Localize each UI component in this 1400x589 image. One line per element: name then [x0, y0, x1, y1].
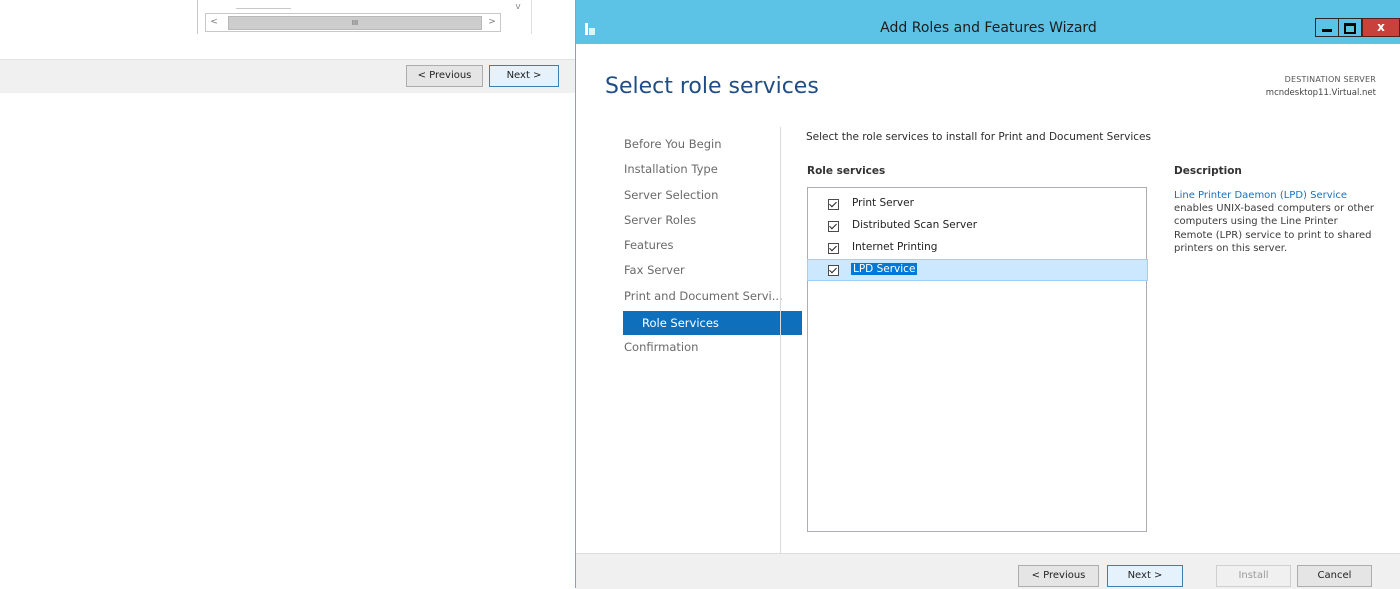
wizard-navigation: Before You Begin Installation Type Serve… [623, 134, 802, 362]
role-services-list[interactable]: Print Server Distributed Scan Server Int… [807, 187, 1148, 532]
nav-item-role-services[interactable]: Role Services [623, 311, 802, 336]
nav-item-features[interactable]: Features [624, 235, 794, 260]
minimize-icon[interactable] [1315, 18, 1339, 37]
background-list-item [236, 1, 291, 9]
scrollbar-thumb[interactable]: III [228, 16, 482, 30]
nav-item-print-and-document-services[interactable]: Print and Document Servi... [624, 286, 794, 311]
background-wizard-window: v < III > < Previous Next > [0, 0, 575, 588]
role-service-label: LPD Service [851, 263, 918, 275]
description-text: Line Printer Daemon (LPD) Service enable… [1174, 189, 1379, 255]
previous-button[interactable]: < Previous [1018, 565, 1099, 587]
description-header: Description [1174, 165, 1242, 177]
nav-item-before-you-begin[interactable]: Before You Begin [624, 134, 794, 159]
window-title: Add Roles and Features Wizard [880, 20, 1097, 36]
background-horizontal-scrollbar[interactable]: < III > [205, 13, 501, 32]
nav-item-fax-server[interactable]: Fax Server [624, 260, 794, 285]
page-title: Select role services [605, 74, 819, 99]
maximize-icon[interactable] [1339, 18, 1362, 37]
install-button: Install [1216, 565, 1291, 587]
role-service-print-server[interactable]: Print Server [808, 194, 1147, 216]
cancel-button[interactable]: Cancel [1297, 565, 1372, 587]
background-next-button[interactable]: Next > [489, 65, 559, 87]
background-previous-button[interactable]: < Previous [406, 65, 483, 87]
role-service-label: Internet Printing [852, 241, 938, 253]
role-service-label: Print Server [852, 197, 914, 209]
wizard-window: Add Roles and Features Wizard x Select r… [575, 0, 1400, 589]
nav-item-confirmation[interactable]: Confirmation [624, 337, 794, 362]
checkbox-checked-icon[interactable] [828, 265, 839, 276]
next-button[interactable]: Next > [1107, 565, 1183, 587]
close-icon[interactable]: x [1362, 18, 1400, 37]
nav-item-server-selection[interactable]: Server Selection [624, 185, 794, 210]
description-body: enables UNIX-based computers or other co… [1174, 203, 1375, 254]
checkbox-checked-icon[interactable] [828, 221, 839, 232]
background-footer: < Previous Next > [0, 59, 575, 93]
role-service-label: Distributed Scan Server [852, 219, 978, 231]
scroll-left-icon[interactable]: < [206, 14, 222, 31]
role-service-lpd-service[interactable]: LPD Service [807, 259, 1148, 281]
destination-server-name: mcndesktop11.Virtual.net [1265, 88, 1376, 98]
nav-item-installation-type[interactable]: Installation Type [624, 159, 794, 184]
destination-server-label: DESTINATION SERVER [1284, 75, 1376, 84]
checkbox-checked-icon[interactable] [828, 243, 839, 254]
role-service-internet-printing[interactable]: Internet Printing [808, 238, 1147, 260]
nav-item-server-roles[interactable]: Server Roles [624, 210, 794, 235]
instruction-text: Select the role services to install for … [806, 131, 1151, 143]
scroll-right-icon[interactable]: > [484, 14, 500, 31]
title-bar[interactable]: Add Roles and Features Wizard x [576, 0, 1400, 44]
nav-divider [780, 127, 781, 555]
wizard-footer: < Previous Next > Install Cancel [576, 553, 1400, 589]
checkbox-checked-icon[interactable] [828, 199, 839, 210]
role-services-header: Role services [807, 165, 886, 177]
scroll-down-icon[interactable]: v [510, 0, 526, 16]
description-link[interactable]: Line Printer Daemon (LPD) Service [1174, 190, 1347, 201]
role-service-distributed-scan-server[interactable]: Distributed Scan Server [808, 216, 1147, 238]
